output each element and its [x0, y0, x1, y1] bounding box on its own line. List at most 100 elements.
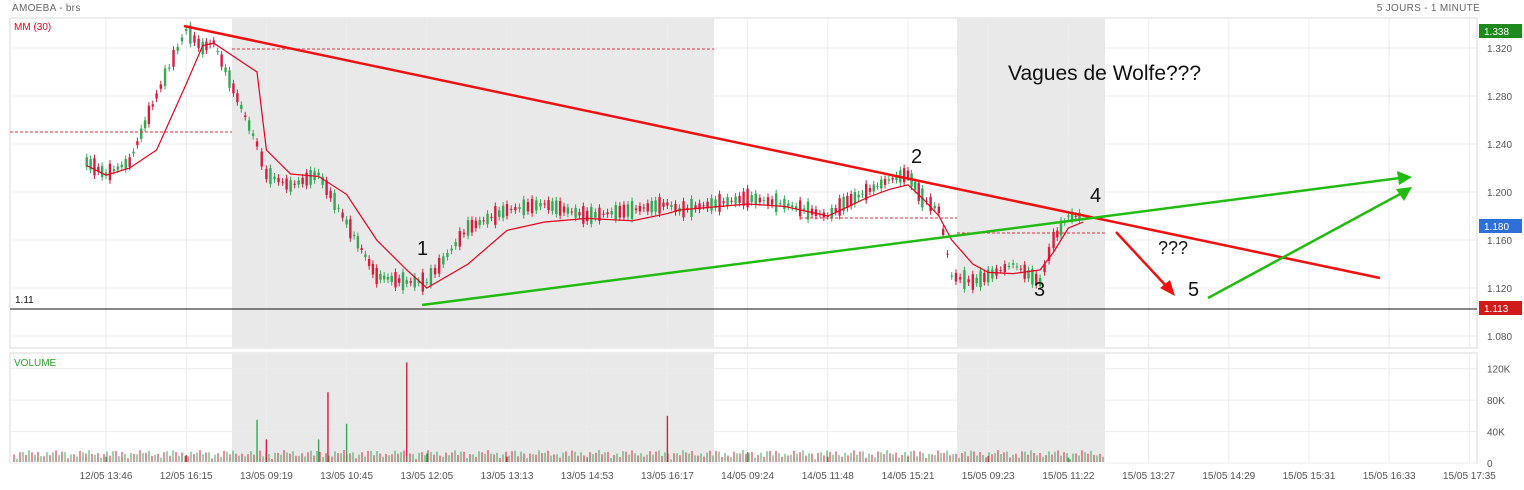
candle-body [766, 197, 770, 206]
candle-body [590, 207, 593, 224]
candle-body [124, 159, 127, 169]
candle-body [602, 213, 605, 215]
candle-body [578, 212, 581, 216]
candle-body [128, 157, 131, 167]
candle-body [337, 207, 340, 209]
candle-body [535, 200, 538, 211]
candle-body [301, 177, 304, 184]
candle-body [562, 206, 566, 213]
volume-shade-15-05 [957, 354, 1105, 462]
time-tick-label: 13/05 16:17 [641, 471, 694, 482]
candle-body [108, 163, 112, 181]
candle-body [558, 201, 562, 216]
candle-body [163, 68, 167, 86]
candle-body [722, 201, 725, 204]
candle-body [437, 258, 441, 274]
candle-body [386, 276, 390, 280]
candle-body [810, 208, 814, 215]
candle-body [349, 219, 352, 239]
candle-body [830, 207, 833, 219]
candle-body [193, 35, 196, 43]
candle-body [132, 151, 135, 154]
time-tick-label: 14/05 15:21 [882, 471, 935, 482]
candle-body [120, 164, 123, 168]
support-level-label: 1.11 [15, 295, 34, 306]
candle-body [658, 197, 661, 214]
candle-body [265, 168, 268, 180]
price-axis: 1.320 1.280 1.240 1.200 1.160 1.120 1.080 [1487, 44, 1512, 343]
candle-body [606, 212, 609, 215]
candle-body [405, 280, 408, 284]
candle-body [917, 183, 920, 201]
candle-body [954, 272, 958, 282]
candle-body [857, 194, 860, 198]
candle-body [433, 268, 437, 275]
candle-body [364, 254, 367, 258]
candle-body [151, 104, 154, 107]
candle-body [470, 219, 474, 233]
candle-body [941, 229, 945, 235]
candle-body [730, 200, 733, 202]
candle-body [93, 158, 96, 176]
candle-body [1003, 264, 1007, 272]
candle-body [738, 195, 741, 203]
candle-body [147, 105, 151, 125]
candle-body [382, 275, 386, 280]
candle-body [251, 133, 255, 136]
candle-body [486, 213, 489, 225]
wave-label-2: 2 [911, 146, 922, 168]
low-price-tag-text: 1.113 [1484, 304, 1509, 315]
time-tick-label: 15/05 13:27 [1122, 471, 1175, 482]
volume-label: VOLUME [14, 358, 57, 369]
time-tick-label: 14/05 11:48 [802, 471, 855, 482]
candle-body [913, 181, 917, 191]
price-tick-label: 1.080 [1487, 332, 1512, 343]
time-axis: 12/05 13:46 12/05 16:15 13/05 09:19 13/05 1… [80, 471, 1497, 482]
volume-axis: 120K 80K 40K 0 [1487, 365, 1511, 470]
candle-body [401, 272, 405, 291]
candle-body [734, 196, 737, 204]
chart-title: AMOEBA - brs [12, 3, 81, 14]
candle-body [779, 203, 782, 205]
candle-body [180, 37, 184, 42]
candle-body [277, 177, 280, 183]
candle-body [795, 206, 798, 209]
candle-body [991, 269, 994, 279]
candle-body [240, 104, 243, 109]
time-tick-label: 12/05 16:15 [160, 471, 213, 482]
candle-body [341, 212, 344, 218]
candle-body [429, 268, 433, 286]
candle-body [929, 196, 932, 212]
time-tick-label: 12/05 13:46 [80, 471, 133, 482]
volume-tick-label: 120K [1487, 365, 1511, 376]
candle-body [834, 208, 837, 212]
candle-body [297, 180, 300, 185]
wave-label-1: 1 [417, 238, 428, 260]
price-panel [9, 17, 1478, 349]
candle-body [482, 220, 485, 222]
candle-body [551, 201, 554, 212]
candle-body [718, 194, 721, 212]
current-price-tag-text: 1.180 [1484, 222, 1509, 233]
candle-body [770, 199, 774, 205]
candle-body [650, 201, 653, 213]
candle-body [526, 202, 530, 212]
time-tick-label: 15/05 14:29 [1202, 471, 1255, 482]
candle-body [666, 202, 669, 206]
period-label: 5 JOURS - 1 MINUTE [1376, 3, 1480, 14]
candle-body [260, 151, 263, 167]
candle-body [421, 272, 424, 292]
candle-body [614, 205, 617, 220]
candle-body [670, 204, 673, 208]
candle-body [971, 274, 975, 290]
candle-body [887, 179, 890, 181]
candle-body [783, 198, 786, 210]
candle-body [398, 278, 401, 283]
candle-body [634, 208, 638, 211]
candle-body [586, 210, 589, 222]
candle-body [872, 184, 875, 192]
candle-body [490, 216, 493, 218]
candle-body [1011, 263, 1015, 265]
candle-body [273, 176, 276, 180]
candle-body [425, 281, 428, 283]
